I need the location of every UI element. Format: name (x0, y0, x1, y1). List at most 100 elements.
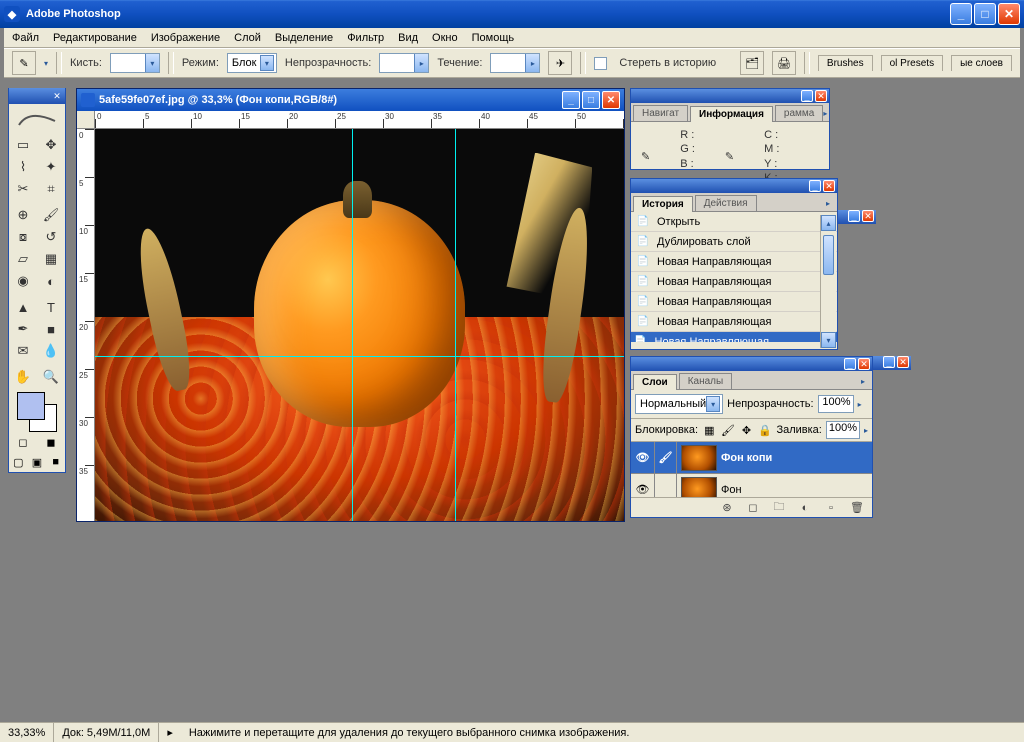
screen-mode-standard[interactable]: ▢ (9, 452, 28, 472)
info-panel-menu[interactable]: ▸ (823, 105, 831, 121)
history-item[interactable]: ▸📄Новая Направляющая (631, 332, 837, 342)
history-tab[interactable]: История (633, 196, 693, 212)
lock-all-button[interactable]: 🔒 (758, 422, 773, 438)
brushes-tab[interactable]: Brushes (818, 55, 873, 71)
history-item[interactable]: 📄Новая Направляющая (631, 252, 837, 272)
menu-image[interactable]: Изображение (151, 32, 220, 44)
delete-layer-button[interactable]: 🗑 (848, 500, 866, 516)
history-scrollbar[interactable]: ▴ ▾ (820, 215, 836, 348)
history-brush-tool[interactable]: ↺ (37, 226, 65, 248)
brush-size-picker[interactable]: ▾ (110, 53, 160, 73)
layer-item[interactable]: 👁🖌Фон копи (631, 442, 872, 474)
layer-thumbnail[interactable] (681, 445, 717, 471)
hidden-minimize-button[interactable]: _ (848, 210, 860, 222)
new-layer-button[interactable]: ▫ (822, 500, 840, 516)
erase-history-checkbox[interactable] (594, 57, 607, 70)
layer-opacity-arrow[interactable]: ▸ (858, 400, 862, 409)
blur-tool[interactable]: ◉ (9, 270, 37, 292)
marquee-tool[interactable]: ▭ (9, 134, 37, 156)
menu-select[interactable]: Выделение (275, 32, 333, 44)
info-close-button[interactable]: ✕ (815, 90, 827, 102)
info-tab[interactable]: Информация (690, 106, 773, 122)
scroll-up-button[interactable]: ▴ (821, 215, 836, 231)
brush-tool[interactable]: 🖌 (37, 204, 65, 226)
tools-close-button[interactable]: ✕ (51, 90, 63, 102)
layers-minimize-button[interactable]: _ (844, 358, 856, 370)
gradient-tool[interactable]: ▦ (37, 248, 65, 270)
quickmask-mode-button[interactable]: ◼ (37, 432, 65, 452)
eraser-tool[interactable]: ▱ (9, 248, 37, 270)
shape-tool[interactable]: ■ (37, 318, 65, 340)
ruler-origin[interactable] (77, 111, 95, 129)
layer-comps-tab[interactable]: ые слоев (951, 55, 1012, 71)
hidden-close-button-2[interactable]: ✕ (897, 356, 909, 368)
guide-vertical[interactable] (352, 129, 353, 521)
lock-transparency-button[interactable]: ▦ (702, 422, 717, 438)
airbrush-toggle[interactable]: ✈ (548, 51, 572, 75)
doc-size-readout[interactable]: Док: 5,49М/11,0М (54, 723, 159, 742)
history-item[interactable]: 📄Открыть (631, 212, 837, 232)
magic-wand-tool[interactable]: ✦ (37, 156, 65, 178)
guide-horizontal[interactable] (95, 356, 624, 357)
history-close-button[interactable]: ✕ (823, 180, 835, 192)
layer-blend-mode-dropdown[interactable]: Нормальный▾ (635, 394, 723, 414)
dodge-tool[interactable]: ◐ (37, 270, 65, 292)
menu-window[interactable]: Окно (432, 32, 458, 44)
window-maximize-button[interactable]: □ (974, 3, 996, 25)
scroll-down-button[interactable]: ▾ (821, 332, 836, 348)
layers-close-button[interactable]: ✕ (858, 358, 870, 370)
menu-filter[interactable]: Фильтр (347, 32, 384, 44)
eyedropper-tool[interactable]: 💧 (37, 340, 65, 362)
foreground-color-swatch[interactable] (17, 392, 45, 420)
channels-tab[interactable]: Каналы (679, 373, 733, 389)
navigator-tab[interactable]: Навигат (633, 105, 688, 121)
history-item[interactable]: 📄Новая Направляющая (631, 272, 837, 292)
tool-presets-tab[interactable]: ol Presets (881, 55, 943, 71)
hidden-close-button[interactable]: ✕ (862, 210, 874, 222)
move-tool[interactable]: ✥ (37, 134, 65, 156)
history-item[interactable]: 📄Новая Направляющая (631, 312, 837, 332)
layer-set-button[interactable]: 🗀 (770, 500, 788, 516)
file-browser-button[interactable]: 🗂 (740, 51, 764, 75)
screen-mode-full-menu[interactable]: ▣ (28, 452, 47, 472)
actions-tab[interactable]: Действия (695, 195, 757, 211)
window-minimize-button[interactable]: _ (950, 3, 972, 25)
blend-mode-dropdown[interactable]: Блок▾ (227, 53, 277, 73)
lock-pixels-button[interactable]: 🖌 (721, 422, 736, 438)
layer-fill-arrow[interactable]: ▸ (864, 426, 868, 435)
zoom-readout[interactable]: 33,33% (0, 723, 54, 742)
menu-view[interactable]: Вид (398, 32, 418, 44)
layers-tab[interactable]: Слои (633, 374, 677, 390)
menu-help[interactable]: Помощь (472, 32, 515, 44)
history-panel-menu[interactable]: ▸ (823, 195, 837, 211)
palette-well-button[interactable]: 🖨 (772, 51, 796, 75)
opacity-input[interactable]: ▸ (379, 53, 429, 73)
layer-link-toggle[interactable]: 🖌 (655, 442, 677, 473)
layer-visibility-toggle[interactable]: 👁 (631, 442, 655, 473)
crop-tool[interactable]: ✂ (9, 178, 37, 200)
info-minimize-button[interactable]: _ (801, 90, 813, 102)
layer-mask-button[interactable]: ◻ (744, 500, 762, 516)
status-menu-arrow[interactable]: ▸ (159, 723, 181, 742)
history-item[interactable]: 📄Новая Направляющая (631, 292, 837, 312)
layer-fill-input[interactable]: 100% (826, 421, 860, 439)
adjustment-layer-button[interactable]: ◐ (796, 500, 814, 516)
layers-panel-menu[interactable]: ▸ (858, 373, 872, 389)
type-tool[interactable]: T (37, 296, 65, 318)
hand-tool[interactable]: ✋ (9, 366, 37, 388)
guide-vertical[interactable] (455, 129, 456, 521)
document-maximize-button[interactable]: □ (582, 91, 600, 109)
clone-stamp-tool[interactable]: ⧇ (9, 226, 37, 248)
healing-brush-tool[interactable]: ⊕ (9, 204, 37, 226)
layer-style-button[interactable]: ⊛ (718, 500, 736, 516)
history-item[interactable]: 📄Дублировать слой (631, 232, 837, 252)
hidden-minimize-button-2[interactable]: _ (883, 356, 895, 368)
lasso-tool[interactable]: ⌇ (9, 156, 37, 178)
vertical-ruler[interactable]: 05101520253035 (77, 129, 95, 521)
menu-file[interactable]: Файл (12, 32, 39, 44)
path-selection-tool[interactable]: ▲ (9, 296, 37, 318)
layer-opacity-input[interactable]: 100% (818, 395, 854, 413)
scroll-thumb[interactable] (823, 235, 834, 275)
tool-preset-picker[interactable]: ▾ (44, 59, 48, 68)
horizontal-ruler[interactable]: 0510152025303540455055 (95, 111, 624, 129)
